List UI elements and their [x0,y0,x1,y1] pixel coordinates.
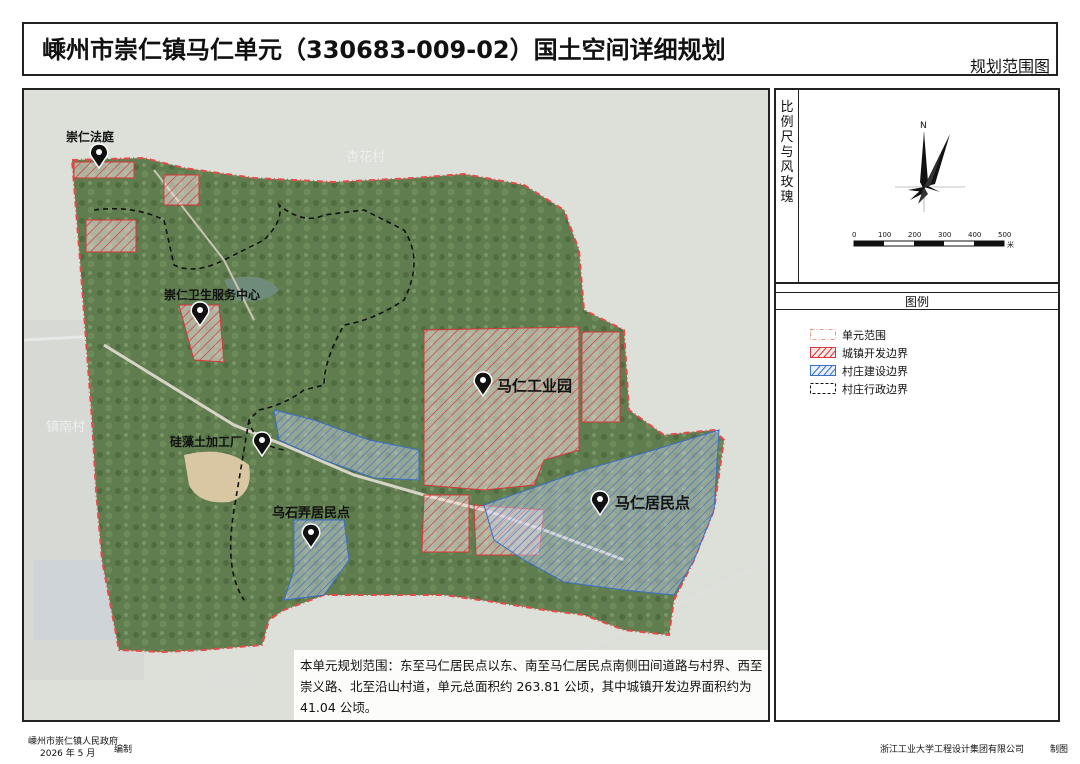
legend-label: 村庄行政边界 [842,383,908,396]
satellite-map[interactable] [24,90,770,722]
divider [776,282,1058,284]
village-label-xitan: 溪滩村 [217,674,257,689]
legend-swatch-dashed [810,383,836,394]
poi-label-wushilong-settlement: 乌石弄居民点 [272,506,351,521]
poi-label-industrial-park: 马仁工业园 [497,377,573,395]
north-label: N [920,121,927,131]
legend-swatch-dashdot [810,329,836,340]
legend-title: 图例 [904,295,929,309]
legend-label: 城镇开发边界 [842,347,908,360]
scale-bar: 0 100 200 300 400 500 米 [852,231,1014,249]
map-type-label: 规划范围图 [969,57,1050,76]
scope-description: 本单元规划范围：东至马仁居民点以东、南至马仁居民点南侧田间道路与村界、西至崇义路… [300,658,763,715]
divider [776,309,1058,310]
wind-rose-icon: N [895,121,965,212]
poi-label-diatomite-factory: 硅藻土加工厂 [170,435,243,449]
page-title: 嵊州市崇仁镇马仁单元（330683-009-02）国土空间详细规划 [42,36,726,64]
scale-title: 比例尺与风玫瑰 [780,100,794,205]
legend-label: 单元范围 [842,329,886,342]
scale-tick: 100 [878,231,891,239]
map-maker-action: 制图 [1050,745,1069,755]
scale-tick: 0 [852,231,856,239]
legend-label: 村庄建设边界 [842,365,908,378]
map-maker: 浙江工业大学工程设计集团有限公司 [880,745,1025,755]
scale-tick: 500 [998,231,1011,239]
legend-swatch-red-hatch [810,347,836,358]
village-label-zhennan: 镇南村 [46,420,86,435]
poi-label-maren-settlement: 马仁居民点 [615,494,691,512]
scale-unit: 米 [1007,240,1014,249]
village-label-xinghua: 杏花村 [346,150,386,165]
scale-tick: 300 [938,231,951,239]
scale-tick: 400 [968,231,981,239]
poi-label-court: 崇仁法庭 [66,130,115,144]
map-frame[interactable]: 杏花村 镇南村 溪滩村 崇仁法庭 崇仁卫生服务中心 马仁工业园 硅藻土加工厂 马… [22,88,770,722]
issue-date: 2026 年 5 月 [40,749,96,759]
legend-swatch-blue-hatch [810,365,836,376]
issuer-action: 编制 [114,745,133,755]
poi-label-health-center: 崇仁卫生服务中心 [164,288,261,302]
scale-tick: 200 [908,231,921,239]
